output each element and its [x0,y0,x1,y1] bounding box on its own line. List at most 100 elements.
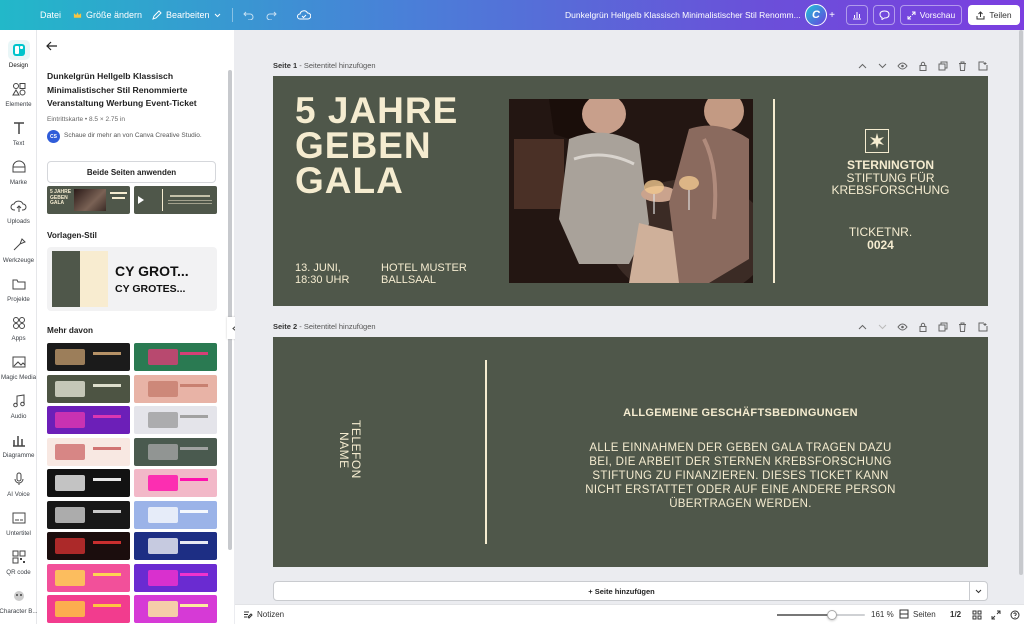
zoom-slider[interactable] [777,610,865,620]
comments-button[interactable] [873,5,895,25]
grid-view-button[interactable] [972,610,982,622]
related-template-thumb[interactable] [47,343,130,371]
pages-button[interactable]: Seiten [899,609,936,619]
help-button[interactable] [1010,610,1020,622]
related-template-thumb[interactable] [134,469,217,497]
rail-item-qr[interactable]: QR code [0,547,37,576]
trash-icon[interactable] [957,321,968,332]
related-template-thumb[interactable] [134,437,217,466]
add-collaborator-button[interactable]: + [826,5,838,25]
share-icon [976,10,985,19]
rail-item-design[interactable]: Design [0,40,37,69]
rail-item-character[interactable]: Character B... [0,586,38,615]
rail-item-ai-voice[interactable]: AI Voice [0,469,37,498]
add-page-button[interactable]: + Seite hinzufügen [273,581,970,601]
phone-label[interactable]: TELEFON [349,420,363,479]
rail-item-brand[interactable]: Marke [0,157,37,186]
canvas-scrollbar-track[interactable] [1019,30,1024,590]
rail-item-folder[interactable]: Projekte [0,274,37,303]
related-template-thumb[interactable] [134,532,217,560]
add-page-icon[interactable] [977,321,988,332]
terms-text[interactable]: ALLE EINNAHMEN DER GEBEN GALA TRAGEN DAZ… [493,441,988,511]
file-menu[interactable]: Datei [40,0,61,30]
rail-item-subtitle[interactable]: Untertitel [0,508,37,537]
comment-icon [878,10,890,20]
page1-header[interactable]: Seite 1 - Seitentitel hinzufügen [273,61,376,70]
page-counter[interactable]: 1/2 [950,610,961,619]
apply-both-pages-button[interactable]: Beide Seiten anwenden [47,161,216,183]
redo-button[interactable] [266,0,277,30]
related-template-thumb[interactable] [47,406,130,434]
zoom-level[interactable]: 161 % [871,610,894,619]
zoom-slider-handle[interactable] [826,610,837,620]
related-template-thumb[interactable] [134,500,217,529]
related-template-thumb[interactable] [47,469,130,497]
eye-icon[interactable] [897,321,908,332]
resize-button[interactable]: Größe ändern [73,0,142,30]
related-template-thumb[interactable] [134,374,217,403]
rail-item-magic-media[interactable]: Magic Media [0,352,37,381]
star-logo-icon[interactable] [865,129,889,153]
ticket-divider [773,99,775,283]
event-title[interactable]: 5 JAHRE GEBEN GALA [295,92,458,199]
page2-header[interactable]: Seite 2 - Seitentitel hinzufügen [273,322,376,331]
undo-button[interactable] [243,0,254,30]
lock-icon[interactable] [917,321,928,332]
share-button[interactable]: Teilen [968,5,1020,25]
rail-item-elements[interactable]: Elemente [0,79,37,108]
related-template-thumb[interactable] [47,500,130,529]
cloud-save-button[interactable] [297,0,311,30]
related-template-thumb[interactable] [47,563,130,592]
rail-item-chart[interactable]: Diagramme [0,430,37,459]
add-page-options-button[interactable] [969,581,988,601]
add-page-icon[interactable] [977,60,988,71]
edit-menu[interactable]: Bearbeiten [152,0,221,30]
related-template-thumb[interactable] [134,563,217,592]
related-template-thumb[interactable] [134,406,217,434]
rail-item-text[interactable]: Text [0,118,37,147]
document-title[interactable]: Dunkelgrün Hellgelb Klassisch Minimalist… [565,0,801,30]
ticket-page-1[interactable]: 5 JAHRE GEBEN GALA 13. JUNI, 18:30 UHR HOTE… [273,76,988,306]
rail-item-audio[interactable]: Audio [0,391,37,420]
avatar[interactable]: C [805,4,827,26]
back-button[interactable] [46,38,58,56]
related-template-thumb[interactable] [47,374,130,403]
template-style-card[interactable]: CY GROT... CY GROTES... [47,247,217,311]
organizer-name[interactable]: STERNINGTON STIFTUNG FÜR KREBSFORSCHUNG [793,159,988,197]
event-photo[interactable] [509,99,753,283]
ticket-page-2[interactable]: NAME TELEFON ALLGEMEINE GESCHÄFTSBEDINGU… [273,337,988,567]
insights-button[interactable] [846,5,868,25]
rail-item-tools[interactable]: Werkzeuge [0,235,37,264]
related-template-thumb[interactable] [47,437,130,466]
template-page-thumb-1[interactable]: 5 JAHRE GEBEN GALA [47,186,130,214]
eye-icon[interactable] [897,60,908,71]
thumb-line [93,572,121,576]
duplicate-icon[interactable] [937,321,948,332]
canvas-scrollbar-thumb[interactable] [1019,30,1023,575]
chevron-down-icon[interactable] [877,60,888,71]
rail-item-upload[interactable]: Uploads [0,196,37,225]
fullscreen-button[interactable] [991,610,1001,622]
related-template-thumb[interactable] [47,595,130,623]
thumb-line [93,446,121,450]
event-venue[interactable]: HOTEL MUSTER BALLSAAL [381,262,467,286]
preview-button[interactable]: Vorschau [900,5,962,25]
chevron-up-icon[interactable] [857,321,868,332]
related-template-thumb[interactable] [134,343,217,371]
chevron-down-icon[interactable] [877,321,888,332]
notes-button[interactable]: Notizen [243,610,284,619]
creator-link[interactable]: Schaue dir mehr an von Canva Creative St… [64,132,202,139]
rail-item-apps[interactable]: Apps [0,313,37,342]
lock-icon[interactable] [917,60,928,71]
duplicate-icon[interactable] [937,60,948,71]
template-page-thumb-2[interactable] [134,186,217,214]
event-date[interactable]: 13. JUNI, 18:30 UHR [295,262,349,286]
related-template-thumb[interactable] [47,532,130,560]
panel-scrollbar[interactable] [228,70,232,550]
related-template-thumb[interactable] [134,595,217,623]
apps-icon [8,313,30,333]
chevron-up-icon[interactable] [857,60,868,71]
trash-icon[interactable] [957,60,968,71]
terms-title[interactable]: ALLGEMEINE GESCHÄFTSBEDINGUNGEN [493,407,988,419]
ticket-number[interactable]: TICKETNR. 0024 [793,226,968,252]
